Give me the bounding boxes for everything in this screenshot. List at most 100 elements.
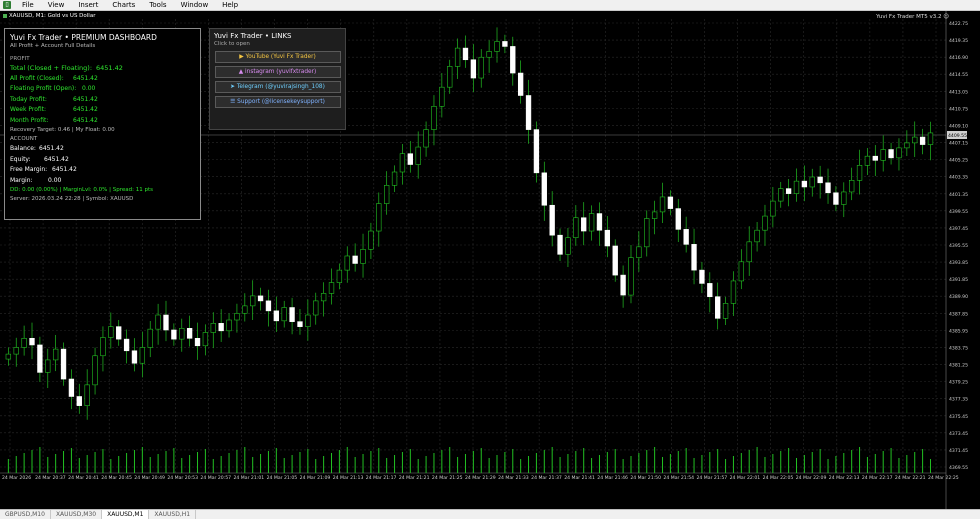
bull-candle: [636, 246, 642, 258]
y-tick-label: 4381.25: [949, 363, 968, 369]
bull-candle: [793, 180, 800, 194]
margin-row: Margin: 0.00: [10, 176, 62, 184]
menu-charts[interactable]: Charts: [105, 0, 142, 11]
bull-candle: [431, 106, 437, 130]
y-tick-label: 4393.85: [949, 260, 968, 266]
bear-candle: [825, 182, 831, 194]
bull-candle: [494, 41, 500, 52]
bull-candle: [344, 255, 350, 271]
week-profit-row: Week Profit: 6451.42: [10, 106, 98, 113]
x-tick-label: 24 Mar 21:50: [630, 475, 661, 481]
bear-candle: [683, 229, 689, 245]
x-tick-label: 24 Mar 21:21: [399, 475, 430, 481]
current-price-label: 4409.55: [948, 133, 967, 139]
youtube-link-button[interactable]: ▶ YouTube (Yuvi Fx Trader): [214, 51, 341, 63]
x-tick-label: 24 Mar 21:37: [531, 475, 562, 481]
x-tick-label: 24 Mar 20:53: [167, 475, 198, 481]
bull-candle: [927, 132, 934, 145]
dashboard-title: Yuvi Fx Trader • PREMIUM DASHBOARD: [10, 33, 157, 42]
bull-candle: [320, 293, 327, 302]
app-logo-icon[interactable]: ▯: [3, 1, 11, 9]
bull-candle: [155, 314, 161, 330]
x-tick-label: 24 Mar 21:57: [697, 475, 728, 481]
telegram-link-button[interactable]: ➤ Telegram (@yuvirajsingh_108): [214, 81, 341, 93]
y-tick-label: 4419.35: [949, 38, 968, 44]
tab-xauusd-m30[interactable]: XAUUSD,M30: [51, 510, 103, 519]
symbol-color-icon: [3, 13, 7, 18]
y-tick-label: 4414.55: [949, 72, 968, 78]
menu-window[interactable]: Window: [174, 0, 216, 11]
account-header: ACCOUNT: [10, 136, 38, 142]
bear-candle: [541, 172, 547, 206]
bull-candle: [454, 47, 461, 67]
x-tick-label: 24 Mar 22:05: [763, 475, 794, 481]
bull-candle: [376, 203, 382, 232]
bear-candle: [37, 344, 43, 373]
bull-candle: [391, 171, 398, 186]
instagram-link-button[interactable]: ▲ instagram (yuvifxtrader): [214, 66, 341, 78]
y-tick-label: 4373.45: [949, 431, 968, 437]
bear-candle: [596, 213, 603, 231]
expert-advisor-label[interactable]: Yuvi Fx Trader MT5 v3.2 ☺: [876, 14, 949, 20]
recovery-line: Recovery Target: 0.46 | My Float: 0.00: [10, 127, 115, 133]
bull-candle: [313, 300, 319, 316]
links-title: Yuvi Fx Trader • LINKS: [214, 32, 292, 40]
y-tick-label: 4399.55: [949, 209, 968, 215]
bull-candle: [5, 353, 12, 360]
month-profit-row: Month Profit: 6451.42: [10, 116, 98, 124]
bear-candle: [257, 295, 264, 302]
bear-candle: [352, 255, 358, 264]
x-tick-label: 24 Mar 21:54: [663, 475, 694, 481]
bull-candle: [147, 328, 153, 348]
support-link-button[interactable]: ☰ Support (@licensekeysupport): [214, 96, 341, 108]
bull-candle: [896, 147, 902, 159]
menu-help[interactable]: Help: [215, 0, 245, 11]
y-tick-label: 4391.85: [949, 277, 968, 283]
bear-candle: [620, 274, 626, 296]
bull-candle: [21, 337, 27, 348]
menu-view[interactable]: View: [41, 0, 72, 11]
bull-candle: [770, 200, 776, 217]
x-tick-label: 24 Mar 21:05: [267, 475, 298, 481]
bear-candle: [699, 269, 705, 284]
y-tick-label: 4385.95: [949, 328, 968, 334]
chart-tabs: GBPUSD,M10 XAUUSD,M30 XAUUSD,M1 XAUUSD,H…: [0, 509, 980, 519]
x-tick-label: 24 Mar 20:41: [68, 475, 99, 481]
y-tick-label: 4371.45: [949, 448, 968, 454]
bear-candle: [604, 229, 611, 247]
x-tick-label: 24 Mar 21:09: [300, 475, 331, 481]
today-profit-row: Today Profit: 6451.42: [10, 95, 98, 103]
tab-gbpusd-m10[interactable]: GBPUSD,M10: [0, 510, 51, 519]
bull-candle: [84, 384, 90, 406]
x-tick-label: 24 Mar 22:25: [928, 475, 959, 481]
y-tick-label: 4405.25: [949, 158, 968, 164]
bull-candle: [864, 155, 871, 166]
y-tick-label: 4375.45: [949, 414, 968, 420]
x-tick-label: 24 Mar 22:17: [862, 475, 893, 481]
bear-candle: [470, 59, 477, 79]
bear-candle: [715, 296, 721, 319]
bull-candle: [644, 218, 650, 248]
menu-bar: ▯ File View Insert Charts Tools Window H…: [0, 0, 980, 11]
x-tick-label: 24 Mar 21:25: [432, 475, 463, 481]
price-chart[interactable]: 4422.75 4419.35 4416.90 4414.55 4413.05 4410.…: [0, 11, 980, 509]
tab-xauusd-m1[interactable]: XAUUSD,M1: [102, 510, 150, 519]
menu-file[interactable]: File: [15, 0, 41, 11]
menu-tools[interactable]: Tools: [142, 0, 173, 11]
bull-candle: [399, 153, 406, 173]
y-tick-label: 4397.45: [949, 226, 968, 232]
menu-insert[interactable]: Insert: [71, 0, 105, 11]
bull-candle: [486, 51, 492, 58]
bear-candle: [872, 155, 878, 161]
bull-candle: [92, 355, 98, 386]
x-tick-label: 24 Mar 20:45: [101, 475, 132, 481]
x-tick-label: 24 Mar 21:46: [597, 475, 628, 481]
bear-candle: [194, 337, 201, 347]
tab-xauusd-h1[interactable]: XAUUSD,H1: [149, 510, 197, 519]
y-tick-label: 4409.10: [949, 123, 968, 129]
bull-candle: [384, 185, 390, 204]
bull-candle: [328, 282, 335, 294]
bear-candle: [502, 41, 508, 47]
y-tick-label: 4407.15: [949, 141, 968, 147]
bull-candle: [809, 176, 815, 188]
